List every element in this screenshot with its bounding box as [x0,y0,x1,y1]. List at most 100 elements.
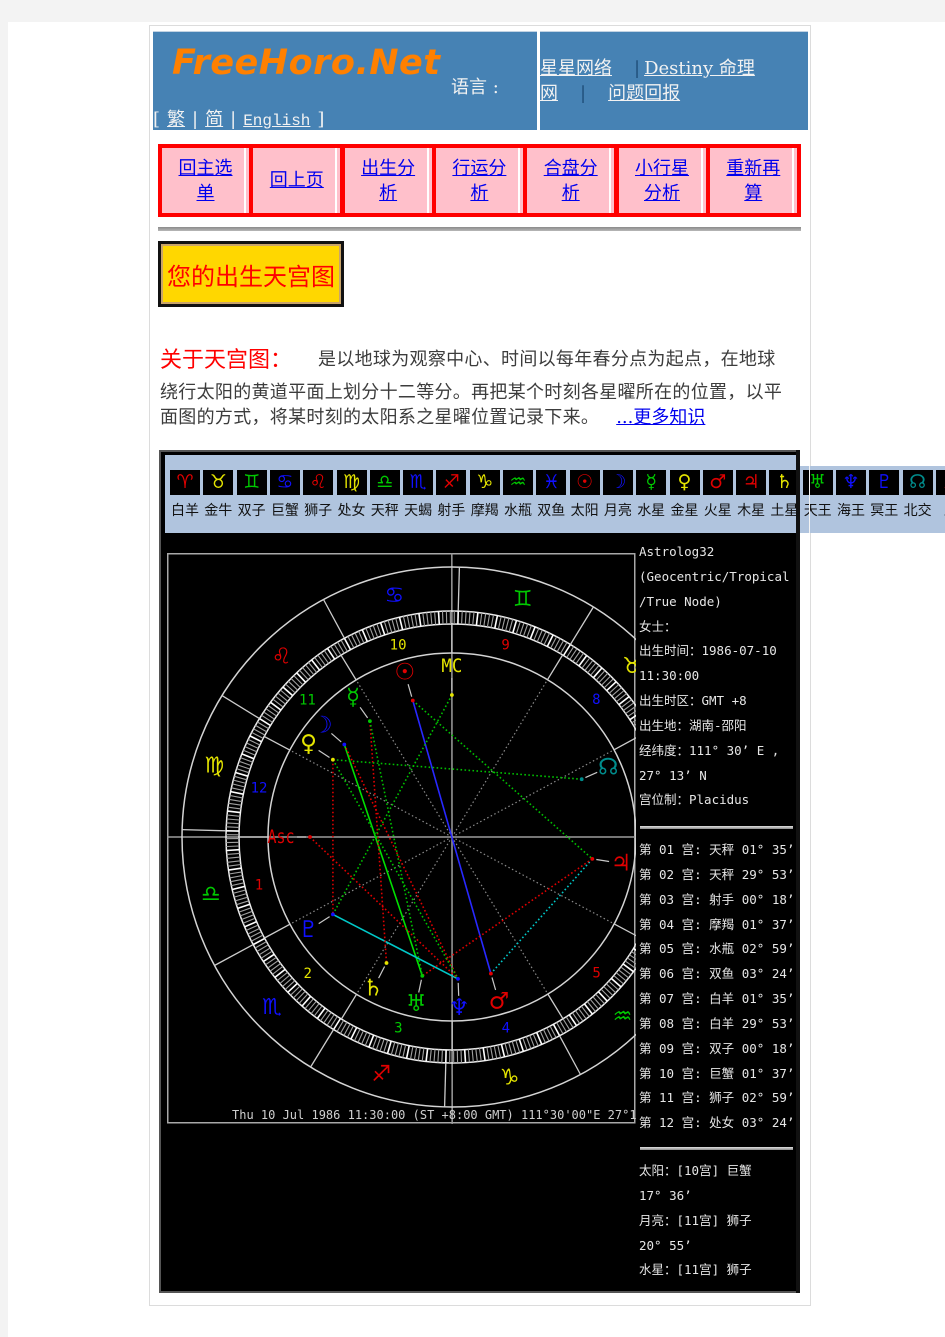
zodiac-degree-tick [277,692,289,702]
zodiac-degree-tick [461,611,463,625]
legend-item-sagittarius: ♐ 射手 [436,470,469,520]
zodiac-degree-tick [478,1048,482,1062]
nav-natal-analysis-link[interactable]: 出生分析 [360,156,416,206]
uranus-icon: ♅ [406,991,427,1017]
house-number: 5 [592,966,600,982]
scorpio-icon: ♏ [262,995,282,1020]
zodiac-degree-tick [228,802,242,806]
natal-chart-wheel: ♈♉♊♋♌♍♎♏♐♑♒♓123456789101112☉☽☿♀♂♃♄♅♆♇☊As… [167,553,636,1124]
zodiac-degree-tick [508,619,514,632]
zodiac-degree-tick [417,1047,421,1061]
zodiac-degree-tick [483,613,487,627]
nav-synastry-analysis-link[interactable]: 合盘分析 [543,156,599,206]
zodiac-degree-tick [504,1043,509,1057]
house-cusp-line [264,923,291,939]
aspect-line-pluto-neptune [332,913,459,980]
house-cusp-row: 第 02 宫: 天秤 29° 53’ [639,863,799,888]
zodiac-degree-tick [518,1038,525,1052]
house-sign: 处女 [709,1115,735,1131]
house-label: 第 10 宫: [639,1065,702,1081]
zodiac-degree-tick [468,611,471,625]
legend-item-gemini: ♊ 双子 [236,470,270,520]
pluto-position-dot [331,912,335,917]
house-label: 第 06 宫: [639,966,702,982]
house-sign: 巨蟹 [709,1065,735,1081]
zodiac-degree-tick [391,618,396,632]
pluto-icon: ♇ [869,470,900,495]
legend-item-leo: ♌ 狮子 [303,470,336,520]
nav-cell-transit[interactable]: 行运分析 [435,148,523,213]
zodiac-degree-tick [240,910,253,917]
sun-icon: ☉ [569,470,600,495]
zodiac-degree-tick [229,874,243,879]
zodiac-degree-tick [228,871,242,875]
lang-traditional-link[interactable]: 繁 [167,109,185,130]
house-number: 8 [592,692,600,708]
zodiac-degree-tick [227,810,241,814]
saturn-icon: ♄ [769,470,800,495]
house-cusp-row: 第 11 宫: 狮子 02° 59’ [639,1086,799,1111]
nav-back-link[interactable]: 回上页 [269,168,325,193]
zodiac-degree-tick [426,612,429,626]
nav-transit-analysis-link[interactable]: 行运分析 [451,156,507,206]
zodiac-degree-tick [489,1046,494,1060]
legend-item-north-node: ☊ 北交 [902,470,936,520]
legend-item-capricorn: ♑ 摩羯 [469,470,503,520]
nav-cell-natal[interactable]: 出生分析 [344,148,432,213]
zodiac-degree-tick [500,1044,506,1057]
zodiac-degree-tick [467,1049,470,1063]
lang-simplified-link[interactable]: 简 [205,109,223,130]
sign-boundary-line [221,695,260,720]
zodiac-degree-tick [490,614,495,628]
lang-english-link[interactable]: English [243,112,310,130]
zodiac-degree-tick [237,903,251,910]
nav-cell-asteroid[interactable]: 小行星分析 [618,148,706,213]
house-degree: 01° 37’ [741,1065,795,1081]
legend-label: 水瓶 [504,503,532,519]
zodiac-degree-tick [508,1042,513,1056]
xingxing-network-link[interactable]: 星星网络 [540,58,612,79]
house-cusp-row: 第 07 宫: 白羊 01° 35’ [639,987,799,1012]
nav-main-menu-link[interactable]: 回主选单 [178,156,234,206]
aspect-line-mc-pluto [332,694,453,915]
legend-item-moon: ☽ 月亮 [602,470,636,520]
house-cusp-row: 第 04 宫: 摩羯 01° 37’ [639,913,799,938]
zodiac-degree-tick [592,996,602,1007]
nav-cell-back[interactable]: 回上页 [253,148,341,213]
neptune-icon: ♆ [836,470,866,495]
house-sign: 摩羯 [709,916,735,932]
feedback-link[interactable]: 问题回报 [608,83,680,104]
zodiac-degree-tick [226,826,240,828]
nav-cell-main-menu[interactable]: 回主选单 [162,148,249,213]
zodiac-degree-tick [414,613,418,627]
sign-boundary-line [310,1029,335,1068]
nav-asteroid-analysis-link[interactable]: 小行星分析 [634,156,690,206]
zodiac-degree-tick [437,1049,440,1063]
house-cusp-list: 第 01 宫: 天秤 01° 35’ 第 02 宫: 天秤 29° 53’ 第 03… [639,838,799,1136]
nav-cell-recalculate[interactable]: 重新再算 [709,148,797,213]
legend-label: 太阳 [570,503,599,519]
legend-label: 天蝎 [404,503,433,519]
uranus-position-dot [420,974,425,978]
aspect-line-moon-neptune [343,744,459,980]
site-logo[interactable]: FreeHoro.Net [172,43,441,83]
house-degree: 01° 37’ [741,916,795,932]
zodiac-degree-tick [233,893,247,898]
house-cusp-row: 第 09 宫: 双子 00° 18’ [639,1037,799,1062]
house-sign: 天秤 [709,842,735,857]
zodiac-degree-tick [229,794,243,799]
more-knowledge-link[interactable]: ...更多知识 [616,407,705,428]
sign-boundary-line [214,944,254,967]
house-label: 第 08 宫: [639,1015,702,1031]
zodiac-degree-tick [587,662,597,674]
zodiac-degree-tick [398,617,404,630]
nav-cell-synastry[interactable]: 合盘分析 [527,148,615,213]
legend-item-cancer: ♋ 巨蟹 [269,470,303,520]
house-label: 第 12 宫: [639,1115,702,1131]
leo-icon: ♌ [303,470,334,495]
nav-recalculate-link[interactable]: 重新再算 [725,156,781,206]
zodiac-degree-tick [296,672,307,683]
zodiac-degree-tick [293,988,303,999]
zodiac-degree-tick [226,852,240,855]
intro-text: 是以地球为观察中心、时间以每年春分点为起点，在地球 [318,349,776,370]
